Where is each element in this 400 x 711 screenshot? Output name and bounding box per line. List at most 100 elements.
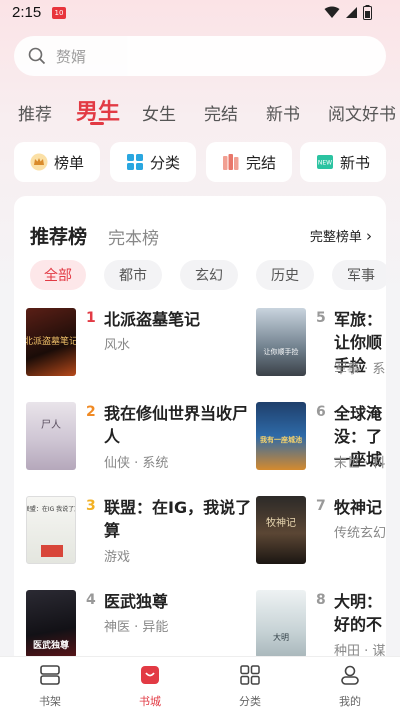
full-ranking-link[interactable]: 完整榜单 › [310, 226, 372, 245]
cover-seal [41, 545, 63, 557]
bookshelf-icon [40, 665, 60, 685]
book-item[interactable]: 联盟：在IG 我说了算 3 联盟：在IG，我说了算 游戏 [26, 496, 251, 576]
book-meta: 末世 · 科 [334, 456, 386, 471]
cover-text: 尸人 [41, 419, 61, 431]
cover-text: 北派盗墓笔记 [26, 335, 76, 347]
notification-badge: 10 [52, 7, 66, 19]
book-cover: 北派盗墓笔记 [26, 308, 76, 376]
cover-text: 牧神记 [266, 516, 296, 529]
cover-text: 我有一座城池 [260, 435, 302, 444]
book-meta: 仙侠 · 系统 [104, 456, 169, 471]
chip-rankings-label: 榜单 [53, 153, 84, 172]
book-cover: 医武独尊 [26, 590, 76, 658]
chevron-right-icon: › [366, 227, 372, 245]
ranking-card: 推荐榜 完本榜 完整榜单 › 全部 都市 玄幻 历史 军事 北派盗墓笔记 1 北… [14, 196, 386, 666]
full-ranking-label: 完整榜单 [309, 230, 362, 245]
active-tab-indicator [90, 122, 104, 125]
book-item[interactable]: 我有一座城池 6 全球淹没：了一座城 末世 · 科 [256, 402, 386, 482]
chip-new-books[interactable]: NEW 新书 [300, 142, 386, 182]
book-title: 牧神记 [334, 498, 383, 517]
book-title: 北派盗墓笔记 [104, 310, 201, 329]
tab-finished[interactable]: 完结 [204, 100, 238, 125]
search-icon [28, 47, 46, 65]
book-title: 我在修仙世界当收尸人 [104, 404, 249, 446]
rank-number: 6 [316, 404, 326, 420]
chip-categories-label: 分类 [149, 153, 180, 172]
filter-urban[interactable]: 都市 [104, 260, 162, 290]
chip-finished[interactable]: 完结 [206, 142, 292, 182]
book-meta: 风水 [104, 338, 131, 353]
book-cover: 联盟：在IG 我说了算 [26, 496, 76, 564]
status-icons [324, 5, 372, 20]
book-item[interactable]: 让你顺手捡 5 军旅：让你顺手捡 军事 · 系 [256, 308, 386, 388]
search-placeholder: 赘婿 [56, 47, 87, 66]
cover-text: 联盟：在IG 我说了算 [27, 505, 76, 513]
book-cover: 我有一座城池 [256, 402, 306, 470]
nav-categories-label: 分类 [239, 695, 261, 708]
nav-categories[interactable]: 分类 [220, 663, 280, 709]
nav-bookstore-label: 书城 [139, 695, 161, 708]
filter-fantasy[interactable]: 玄幻 [180, 260, 238, 290]
rank-number: 1 [86, 310, 96, 326]
profile-icon [341, 665, 359, 685]
category-grid-icon [240, 665, 260, 685]
book-meta: 神医 · 异能 [104, 620, 169, 635]
nav-bookstore[interactable]: 书城 [120, 663, 180, 709]
filter-military[interactable]: 军事 [332, 260, 386, 290]
book-meta: 传统玄幻 [334, 526, 386, 541]
book-cover: 牧神记 [256, 496, 306, 564]
cover-text: 医武独尊 [33, 639, 69, 651]
book-title: 大明：好的不 [334, 592, 383, 634]
svg-text:NEW: NEW [318, 160, 332, 167]
tab-recommend-ranking[interactable]: 推荐榜 [30, 222, 87, 249]
rank-number: 5 [316, 310, 326, 326]
status-time: 2:15 [12, 4, 42, 21]
wifi-icon [324, 6, 340, 18]
category-tabs: 推荐 男生 女生 完结 新书 阅文好书 [0, 88, 400, 132]
chip-rankings[interactable]: 榜单 [14, 142, 100, 182]
new-icon: NEW [316, 155, 333, 169]
grid-icon [126, 154, 143, 170]
signal-icon [346, 7, 357, 18]
rank-number: 3 [86, 498, 96, 514]
tab-recommend[interactable]: 推荐 [18, 100, 52, 125]
tab-finished-ranking[interactable]: 完本榜 [108, 224, 159, 249]
book-item[interactable]: 大明 8 大明：好的不 种田 · 谋 [256, 590, 386, 666]
book-title: 医武独尊 [104, 592, 169, 611]
bookstore-icon [141, 666, 159, 684]
rank-number: 7 [316, 498, 326, 514]
book-title: 联盟：在IG，我说了算 [104, 498, 252, 540]
rank-number: 4 [86, 592, 96, 608]
battery-icon [363, 5, 372, 20]
rank-number: 2 [86, 404, 96, 420]
search-bar[interactable]: 赘婿 [14, 36, 386, 76]
book-meta: 军事 · 系 [334, 362, 386, 377]
tab-female[interactable]: 女生 [142, 100, 176, 125]
filter-all[interactable]: 全部 [30, 260, 86, 290]
book-item[interactable]: 牧神记 7 牧神记 传统玄幻 [256, 496, 386, 576]
rank-number: 8 [316, 592, 326, 608]
books-icon [222, 154, 239, 170]
cover-text: 让你顺手捡 [264, 347, 299, 356]
chip-finished-label: 完结 [245, 153, 276, 172]
nav-bookshelf[interactable]: 书架 [20, 663, 80, 709]
cover-text: 大明 [273, 632, 289, 642]
crown-icon [30, 153, 48, 171]
book-cover: 尸人 [26, 402, 76, 470]
tab-yuewen[interactable]: 阅文好书 [328, 100, 396, 125]
nav-profile-label: 我的 [339, 695, 361, 708]
status-bar: 2:15 10 [0, 0, 400, 28]
book-meta: 游戏 [104, 550, 131, 565]
chip-new-books-label: 新书 [339, 153, 370, 172]
book-item[interactable]: 北派盗墓笔记 1 北派盗墓笔记 风水 [26, 308, 246, 388]
tab-new[interactable]: 新书 [266, 100, 300, 125]
bottom-navigation: 书架 书城 分类 我的 [0, 656, 400, 711]
filter-history[interactable]: 历史 [256, 260, 314, 290]
book-item[interactable]: 医武独尊 4 医武独尊 神医 · 异能 [26, 590, 246, 666]
book-cover: 大明 [256, 590, 306, 658]
book-cover: 让你顺手捡 [256, 308, 306, 376]
nav-bookshelf-label: 书架 [39, 695, 61, 708]
book-item[interactable]: 尸人 2 我在修仙世界当收尸人 仙侠 · 系统 [26, 402, 248, 482]
chip-categories[interactable]: 分类 [110, 142, 196, 182]
nav-profile[interactable]: 我的 [320, 663, 380, 709]
